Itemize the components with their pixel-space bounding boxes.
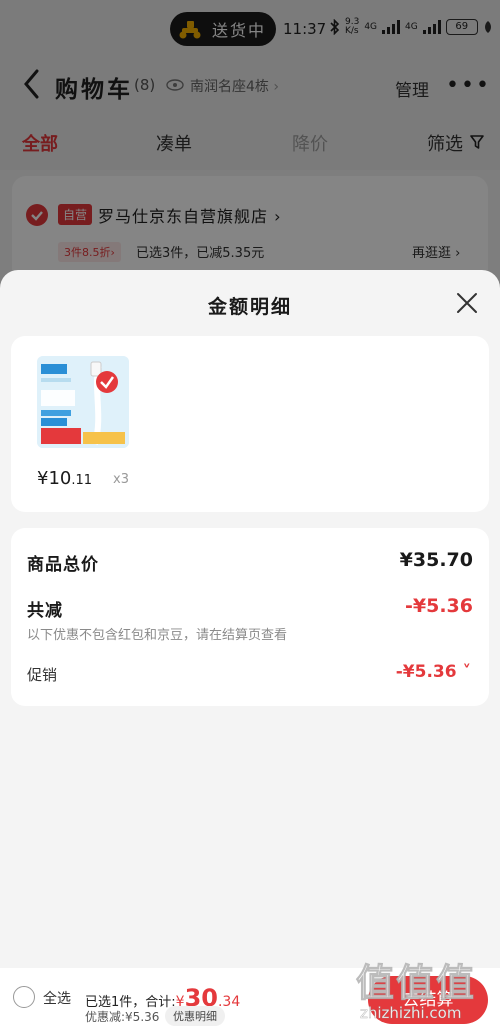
select-all-label[interactable]: 全选 <box>43 988 71 1008</box>
select-all-checkbox[interactable] <box>13 986 35 1008</box>
product-quantity: x3 <box>113 472 129 487</box>
discount-summary: 优惠减:¥5.36 <box>85 1010 160 1024</box>
checkout-bar: 全选 已选1件，合计:¥30.34 优惠减:¥5.36 优惠明细 去结算 <box>0 968 500 1031</box>
amount-detail-sheet: 金额明细 ¥10.11 x3 商品总价 ¥35.70 共减 -¥5.36 以下优… <box>0 270 500 970</box>
sheet-title: 金额明细 <box>207 296 292 318</box>
promo-label: 促销 <box>27 666 58 684</box>
total-value: ¥35.70 <box>399 549 473 571</box>
price-integer: ¥10 <box>37 468 72 489</box>
discount-note: 以下优惠不包含红包和京豆，请在结算页查看 <box>27 628 288 643</box>
total-label: 商品总价 <box>27 555 99 575</box>
promo-value-toggle[interactable]: -¥5.36 ˅ <box>396 662 471 682</box>
close-icon[interactable] <box>456 292 478 314</box>
price-decimal: .11 <box>71 473 93 488</box>
product-card: ¥10.11 x3 <box>11 336 489 512</box>
summary-card: 商品总价 ¥35.70 共减 -¥5.36 以下优惠不包含红包和京豆，请在结算页… <box>11 528 489 706</box>
usb-cable-image <box>37 356 129 448</box>
discount-detail-button[interactable]: 优惠明细 <box>165 1006 225 1026</box>
product-image[interactable] <box>37 356 129 448</box>
discount-label: 共减 <box>27 601 63 621</box>
discount-value: -¥5.36 <box>405 595 473 617</box>
product-price: ¥10.11 <box>37 468 92 489</box>
checkout-button[interactable]: 去结算 <box>368 976 488 1024</box>
